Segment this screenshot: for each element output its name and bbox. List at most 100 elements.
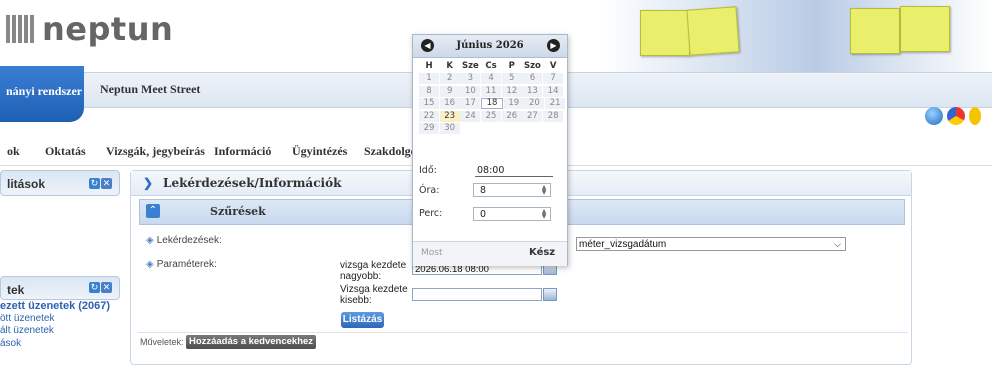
done-button[interactable]: Kész	[529, 247, 555, 258]
day-cell[interactable]: 23	[439, 110, 460, 122]
day-cell[interactable]: 5	[501, 73, 522, 85]
weekday-header: Sze	[461, 61, 479, 71]
day-cell[interactable]: 12	[501, 85, 522, 97]
date-picker-popup: ◀ Június 2026 ▶ H K Sze Cs P Szo V 1 2 3 4 5 6 7 8 9 10 1…	[412, 34, 568, 266]
day-cell[interactable]: 14	[543, 85, 564, 97]
empty-cell	[502, 123, 522, 134]
day-cell[interactable]: 10	[460, 85, 481, 97]
now-button[interactable]: Most	[421, 248, 443, 258]
link-sent-messages[interactable]: ött üzenetek	[0, 313, 110, 326]
sticky-note-image	[850, 8, 900, 54]
link-settings[interactable]: ások	[0, 338, 110, 351]
day-cell[interactable]: 30	[439, 122, 460, 134]
weekday-header: Cs	[485, 61, 497, 71]
minute-stepper[interactable]: 0 ▲ ▼	[473, 207, 551, 221]
close-icon[interactable]: ✕	[101, 282, 112, 293]
minute-label: Perc:	[419, 208, 443, 219]
tab-system[interactable]: nányi rendszer	[0, 66, 84, 122]
menu-item-szakdolgozat[interactable]: Szakdolgo	[364, 144, 417, 159]
close-icon[interactable]: ✕	[101, 178, 112, 189]
day-cell[interactable]: 11	[481, 85, 502, 97]
spinner-icon[interactable]: ▲ ▼	[540, 209, 548, 220]
day-cell[interactable]: 3	[460, 73, 481, 85]
time-label: Idő:	[419, 165, 437, 176]
date-picker-footer: Most Kész	[413, 241, 567, 266]
list-button[interactable]: Listázás	[341, 312, 384, 328]
collapse-icon[interactable]: ⌃	[146, 204, 160, 218]
empty-cell	[481, 123, 501, 134]
empty-cell	[543, 123, 563, 134]
tab-system-label: nányi rendszer	[6, 84, 83, 98]
next-month-icon[interactable]: ▶	[547, 39, 560, 52]
day-cell[interactable]: 8	[419, 85, 439, 97]
queries-label: ◈ Lekérdezések:	[146, 235, 222, 246]
menu-item-oktatas[interactable]: Oktatás	[45, 144, 86, 159]
day-cell-selected[interactable]: 18	[481, 98, 504, 110]
empty-cell	[460, 123, 480, 134]
weekday-header: P	[508, 61, 515, 71]
weekday-header: V	[549, 61, 557, 71]
day-cell[interactable]: 9	[439, 85, 460, 97]
header-icons	[925, 107, 985, 130]
day-cell[interactable]: 15	[419, 98, 439, 110]
tab-meet-street[interactable]: Neptun Meet Street	[100, 82, 200, 97]
day-cell[interactable]: 13	[522, 85, 543, 97]
month-title: Június 2026	[456, 40, 524, 51]
hour-stepper[interactable]: 8 ▲ ▼	[473, 183, 551, 197]
day-cell[interactable]: 24	[460, 110, 481, 122]
link-saved-messages[interactable]: ált üzenetek	[0, 325, 110, 338]
day-cell[interactable]: 21	[545, 98, 566, 110]
exam-start-greater-label: vizsga kezdete nagyobb:	[340, 260, 407, 282]
time-value: 08:00	[475, 165, 553, 177]
day-cell[interactable]: 29	[419, 122, 439, 134]
day-cell[interactable]: 28	[543, 110, 564, 122]
params-label: ◈ Paraméterek:	[146, 259, 217, 270]
day-cell[interactable]: 16	[439, 98, 460, 110]
calendar-icon[interactable]	[543, 288, 557, 301]
day-cell[interactable]: 1	[419, 73, 439, 85]
menu-item-informacio[interactable]: Információ	[214, 144, 271, 159]
day-cell[interactable]: 2	[439, 73, 460, 85]
message-links: ezett üzenetek (2067) ött üzenetek ált ü…	[0, 300, 110, 350]
day-cell[interactable]: 4	[481, 73, 502, 85]
query-select-value: méter_vizsgadátum	[579, 239, 667, 250]
day-cell[interactable]: 7	[543, 73, 564, 85]
spinner-icon[interactable]: ▲ ▼	[540, 185, 548, 196]
exam-start-less-input[interactable]	[412, 288, 542, 301]
diamond-icon: ◈	[146, 235, 154, 246]
day-cell[interactable]: 25	[481, 110, 502, 122]
day-grid: H K Sze Cs P Szo V 1 2 3 4 5 6 7 8 9 10 11 12 13 14 15 16 17 18 1…	[419, 61, 566, 135]
weekday-header: Szo	[523, 61, 541, 71]
neptun-logo[interactable]: neptun	[6, 10, 173, 48]
refresh-icon[interactable]: ↻	[89, 282, 100, 293]
add-to-favorites-button[interactable]: Hozzáadás a kedvencekhez	[186, 335, 316, 349]
neptun-logo-icon	[6, 15, 34, 43]
link-received-messages[interactable]: ezett üzenetek (2067)	[0, 300, 110, 313]
menu-item-vizsgak[interactable]: Vizsgák, jegybeírás	[106, 144, 205, 159]
left-panel-title: tek	[7, 283, 25, 297]
day-cell[interactable]: 6	[522, 73, 543, 85]
radiation-icon[interactable]	[969, 107, 981, 125]
prev-month-icon[interactable]: ◀	[421, 39, 434, 52]
divider	[138, 332, 908, 333]
date-picker-header: ◀ Június 2026 ▶	[413, 35, 567, 58]
day-cell[interactable]: 19	[503, 98, 524, 110]
menu-item-ugyintezes[interactable]: Ügyintézés	[292, 144, 347, 159]
day-cell[interactable]: 20	[524, 98, 545, 110]
menu-item-ok[interactable]: ok	[7, 144, 20, 159]
arrow-right-icon: ❯	[143, 176, 154, 190]
sticky-note-image	[686, 6, 740, 56]
weekday-header: K	[446, 61, 453, 71]
color-wheel-icon[interactable]	[947, 107, 965, 125]
query-select[interactable]: méter_vizsgadátum ⌵	[576, 237, 846, 251]
left-panel-messages: tek ↻ ✕	[0, 276, 120, 300]
day-cell[interactable]: 22	[419, 110, 439, 122]
globe-icon[interactable]	[925, 107, 943, 125]
exam-start-less-label: Vizsga kezdete kisebb:	[340, 284, 408, 306]
page-title: Lekérdezések/Információk	[163, 176, 342, 190]
filter-title: Szűrések	[210, 205, 266, 218]
day-cell[interactable]: 17	[460, 98, 481, 110]
day-cell[interactable]: 27	[522, 110, 543, 122]
day-cell[interactable]: 26	[501, 110, 522, 122]
refresh-icon[interactable]: ↻	[89, 178, 100, 189]
